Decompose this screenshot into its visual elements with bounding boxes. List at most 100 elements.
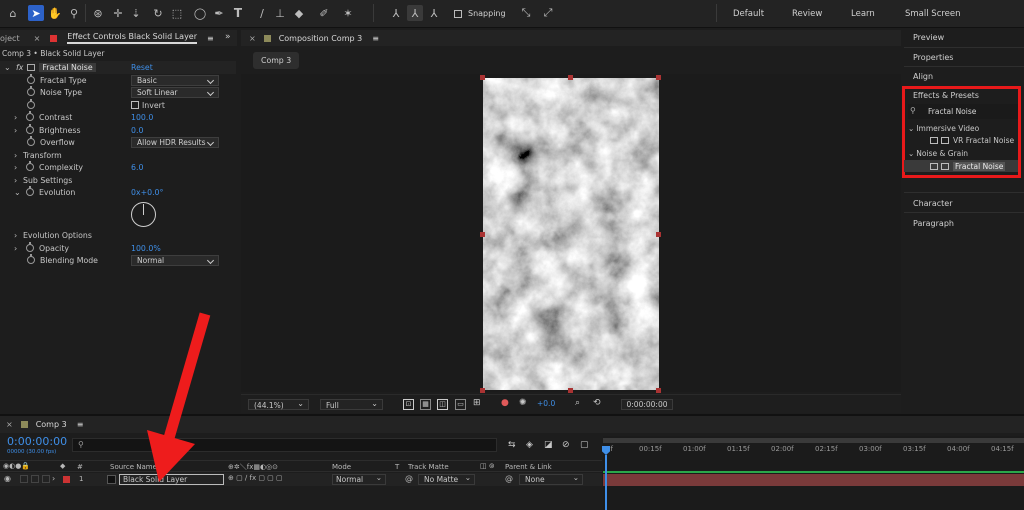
channel-rgb-icon[interactable]: ●: [501, 398, 509, 408]
evolution-dial[interactable]: [131, 202, 156, 227]
layer-handle[interactable]: [480, 75, 485, 80]
puppet-pin-icon[interactable]: ✶: [340, 5, 356, 21]
track-matte-dropdown[interactable]: No Matte ⌄: [418, 473, 475, 485]
close-icon[interactable]: ×: [6, 420, 13, 429]
type-tool-icon[interactable]: T: [230, 5, 246, 21]
color-management-icon[interactable]: ✺: [519, 398, 527, 408]
snap-features-icon[interactable]: ⤢: [540, 5, 556, 21]
playhead-line[interactable]: [605, 455, 607, 510]
pan-camera-icon[interactable]: ✛: [110, 5, 126, 21]
noise-type-dropdown[interactable]: Soft Linear: [131, 87, 219, 98]
view-axis-icon[interactable]: ⅄: [426, 5, 442, 21]
chevron-right-icon[interactable]: ›: [52, 474, 55, 483]
stopwatch-icon[interactable]: [26, 161, 34, 172]
layer-handle[interactable]: [480, 388, 485, 393]
layer-switches-values[interactable]: ⊕ ▢ ∕ fx ▢ ▢ ▢: [228, 474, 283, 482]
effects-search-box[interactable]: ⚲ Fractal Noise: [908, 104, 1018, 119]
mask-visibility-icon[interactable]: ◫: [437, 399, 448, 410]
stopwatch-icon[interactable]: [27, 74, 35, 85]
pan-behind-icon[interactable]: ⬚: [169, 5, 185, 21]
lock-switch[interactable]: [42, 475, 50, 483]
local-axis-icon[interactable]: ⅄: [388, 5, 404, 21]
rotation-tool-icon[interactable]: ↻: [150, 5, 166, 21]
zoom-dropdown[interactable]: (44.1%) ⌄: [248, 399, 309, 410]
dolly-camera-icon[interactable]: ⇣: [128, 5, 144, 21]
stopwatch-icon[interactable]: [26, 124, 34, 135]
transparency-grid-icon[interactable]: ▦: [420, 399, 431, 410]
effect-controls-tab[interactable]: Effect Controls Black Solid Layer: [67, 32, 198, 44]
preview-panel-tab[interactable]: Preview: [913, 33, 944, 42]
layer-label-color[interactable]: [63, 476, 70, 483]
roto-brush-icon[interactable]: ✐: [316, 5, 332, 21]
panel-menu-icon[interactable]: ≡: [77, 420, 84, 429]
brightness-value[interactable]: 0.0: [131, 126, 143, 135]
comp-mini-flowchart-icon[interactable]: ⇆: [508, 440, 516, 450]
fast-previews-icon[interactable]: ⊡: [403, 399, 414, 410]
chevron-right-icon[interactable]: ›: [14, 151, 22, 160]
layer-handle[interactable]: [656, 388, 661, 393]
chevron-right-icon[interactable]: ›: [14, 126, 22, 135]
effect-item-fractal-noise[interactable]: Fractal Noise: [904, 160, 1018, 172]
layer-handle[interactable]: [568, 75, 573, 80]
evolution-options-label[interactable]: Evolution Options: [23, 231, 92, 240]
work-area-bar[interactable]: [603, 438, 1024, 443]
viewer-timecode[interactable]: 0:00:00:00: [621, 399, 673, 410]
ellipse-tool-icon[interactable]: ◯: [192, 5, 208, 21]
panel-expand-icon[interactable]: »: [225, 32, 231, 42]
audio-switch[interactable]: [20, 475, 28, 483]
group-immersive-video[interactable]: ⌄ Immersive Video: [908, 124, 979, 133]
group-noise-grain[interactable]: ⌄ Noise & Grain: [908, 149, 968, 158]
brush-tool-icon[interactable]: ∕: [254, 5, 270, 21]
effects-presets-title[interactable]: Effects & Presets: [913, 91, 979, 100]
fractal-noise-preview[interactable]: [483, 78, 659, 390]
timeline-search-input[interactable]: ⚲: [72, 438, 497, 452]
region-of-interest-icon[interactable]: ▭: [455, 399, 466, 410]
parent-pickwhip-icon[interactable]: @: [505, 474, 513, 483]
panel-menu-icon[interactable]: ≡: [207, 34, 214, 43]
fractal-type-dropdown[interactable]: Basic: [131, 75, 219, 86]
effect-settings-icon[interactable]: [27, 63, 36, 71]
solo-switch[interactable]: [31, 475, 39, 483]
snap-edges-icon[interactable]: ⤡: [518, 5, 534, 21]
graph-editor-icon[interactable]: ▢: [580, 440, 589, 450]
opacity-value[interactable]: 100.0%: [131, 244, 161, 253]
chevron-right-icon[interactable]: ›: [14, 163, 22, 172]
draft-3d-icon[interactable]: ◈: [526, 440, 533, 450]
grid-guides-icon[interactable]: ⊞: [473, 398, 481, 408]
close-icon[interactable]: ×: [249, 34, 256, 43]
shy-layers-icon[interactable]: ◪: [544, 440, 553, 450]
transform-label[interactable]: Transform: [23, 151, 62, 160]
sub-settings-label[interactable]: Sub Settings: [23, 176, 72, 185]
chevron-down-icon[interactable]: ⌄: [4, 63, 12, 72]
layer-handle[interactable]: [656, 75, 661, 80]
snapshot-camera-icon[interactable]: ⌕: [575, 398, 580, 408]
workspace-default[interactable]: Default: [733, 0, 764, 28]
hand-tool-icon[interactable]: ✋: [47, 5, 63, 21]
column-mode[interactable]: Mode: [332, 463, 351, 471]
world-axis-icon[interactable]: ⅄: [407, 5, 423, 21]
align-panel-tab[interactable]: Align: [913, 72, 933, 81]
chevron-right-icon[interactable]: ›: [14, 176, 22, 185]
resolution-dropdown[interactable]: Full ⌄: [320, 399, 383, 410]
paragraph-panel-tab[interactable]: Paragraph: [913, 219, 954, 228]
motion-blur-icon[interactable]: ⊘: [562, 440, 570, 450]
exposure-value[interactable]: +0.0: [537, 399, 555, 408]
track-matte-pickwhip-icon[interactable]: @: [405, 474, 413, 483]
eraser-tool-icon[interactable]: ◆: [291, 5, 307, 21]
stopwatch-icon[interactable]: [26, 242, 34, 253]
blending-mode-dropdown[interactable]: Normal: [131, 255, 219, 266]
snapping-checkbox[interactable]: [454, 9, 462, 18]
column-track-matte[interactable]: Track Matte: [408, 463, 449, 471]
chevron-down-icon[interactable]: ⌄: [14, 188, 22, 197]
show-snapshot-icon[interactable]: ⟲: [593, 398, 601, 408]
column-parent-link[interactable]: Parent & Link: [505, 463, 552, 471]
workspace-review[interactable]: Review: [792, 0, 822, 28]
chevron-right-icon[interactable]: ›: [14, 244, 22, 253]
contrast-value[interactable]: 100.0: [131, 113, 153, 122]
parent-dropdown[interactable]: None ⌄: [519, 473, 583, 485]
selection-tool-icon[interactable]: ➤: [28, 5, 44, 21]
evolution-value[interactable]: 0x+0.0°: [131, 188, 163, 197]
layer-mode-dropdown[interactable]: Normal ⌄: [332, 473, 386, 485]
chevron-right-icon[interactable]: ›: [14, 231, 22, 240]
timeline-comp-tab[interactable]: Comp 3: [36, 420, 67, 429]
